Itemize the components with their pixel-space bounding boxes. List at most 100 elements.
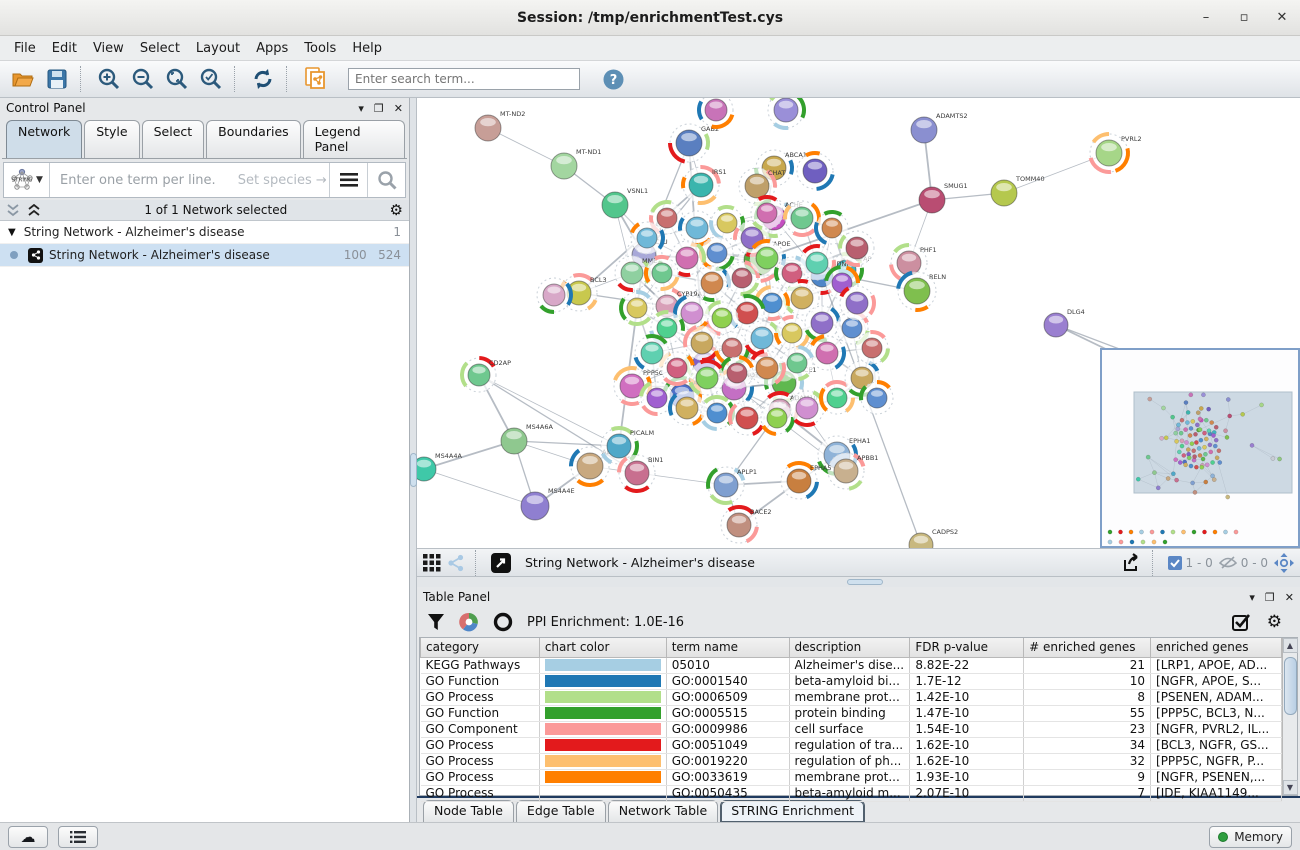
species-hint[interactable]: Set species →: [238, 173, 327, 188]
table-row[interactable]: GO ProcessGO:0019220regulation of ph...1…: [421, 753, 1282, 769]
task-history-button[interactable]: [58, 826, 98, 848]
string-query-placeholder[interactable]: Enter one term per line.: [60, 173, 216, 188]
table-row[interactable]: GO ProcessGO:0006509membrane prot...1.42…: [421, 689, 1282, 705]
save-session-button[interactable]: [42, 65, 72, 93]
menu-apps[interactable]: Apps: [248, 38, 296, 59]
network-node[interactable]: [646, 257, 678, 289]
collapse-all-icon[interactable]: [6, 204, 21, 217]
share-network-icon[interactable]: [447, 554, 465, 572]
splitter-handle[interactable]: [410, 453, 417, 487]
network-node-epha5[interactable]: EPHA5: [781, 463, 832, 499]
menu-select[interactable]: Select: [132, 38, 188, 59]
network-node[interactable]: [750, 351, 784, 385]
network-node-vsnl1[interactable]: VSNL1: [602, 187, 648, 218]
network-collection-row[interactable]: ▼ String Network - Alzheimer's disease 1: [0, 221, 409, 244]
menu-file[interactable]: File: [6, 38, 44, 59]
network-node[interactable]: [797, 153, 833, 189]
network-node-apbb1[interactable]: APBB1: [828, 453, 878, 489]
column-header-chart-color[interactable]: chart color: [539, 638, 666, 657]
export-network-icon[interactable]: [1122, 553, 1142, 573]
tab-network-table[interactable]: Network Table: [608, 800, 719, 822]
network-node[interactable]: [810, 336, 844, 370]
tab-boundaries[interactable]: Boundaries: [206, 120, 300, 158]
network-node[interactable]: [781, 347, 813, 379]
network-node-mt-nd2[interactable]: MT-ND2: [475, 110, 525, 141]
refresh-button[interactable]: [248, 65, 278, 93]
network-node[interactable]: [768, 98, 804, 128]
column-header--enriched-genes[interactable]: # enriched genes: [1024, 638, 1151, 657]
network-node-pvrl2[interactable]: PVRL2: [1090, 134, 1142, 172]
horizontal-splitter[interactable]: [417, 577, 1300, 587]
tab-style[interactable]: Style: [84, 120, 139, 158]
panel-float-icon[interactable]: ❐: [374, 102, 384, 115]
network-node[interactable]: [670, 391, 704, 425]
birds-eye-view[interactable]: [1100, 348, 1300, 548]
tab-node-table[interactable]: Node Table: [423, 800, 514, 822]
table-row[interactable]: GO ProcessGO:0051049regulation of tra...…: [421, 737, 1282, 753]
network-node-aplp1[interactable]: APLP1: [708, 467, 757, 503]
search-input[interactable]: [348, 68, 580, 90]
close-button[interactable]: ✕: [1274, 10, 1290, 25]
network-node[interactable]: [751, 197, 783, 229]
splitter-handle[interactable]: [847, 579, 883, 585]
network-node-irs1[interactable]: IRS1: [683, 167, 727, 203]
network-row[interactable]: String Network - Alzheimer's disease 100…: [0, 244, 409, 267]
network-node[interactable]: [861, 382, 893, 414]
network-node-reln[interactable]: RELN: [898, 272, 946, 310]
network-node[interactable]: [699, 98, 733, 127]
network-node-bin1[interactable]: BIN1: [619, 455, 663, 491]
network-node[interactable]: [701, 237, 733, 269]
panel-menu-icon[interactable]: ▾: [1249, 591, 1255, 604]
maximize-button[interactable]: ▫: [1236, 10, 1252, 25]
network-node[interactable]: [685, 326, 719, 360]
filter-icon[interactable]: [427, 613, 445, 631]
network-node[interactable]: [730, 401, 764, 435]
menu-tools[interactable]: Tools: [296, 38, 344, 59]
network-node[interactable]: [721, 357, 753, 389]
zoom-selected-button[interactable]: [196, 65, 226, 93]
network-node[interactable]: [776, 317, 808, 349]
open-in-window-icon[interactable]: [491, 553, 511, 573]
query-search-button[interactable]: [367, 163, 405, 197]
table-scrollbar[interactable]: ▲ ▼: [1282, 638, 1297, 795]
enrichment-chart-icon[interactable]: [459, 612, 479, 632]
zoom-in-button[interactable]: [94, 65, 124, 93]
network-node[interactable]: [761, 402, 793, 434]
network-node-adamts2[interactable]: ADAMTS2: [911, 112, 968, 143]
scroll-up-arrow[interactable]: ▲: [1283, 638, 1298, 653]
network-node-cd2ap[interactable]: CD2AP: [462, 358, 511, 392]
network-node[interactable]: [790, 391, 824, 425]
table-row[interactable]: KEGG Pathways05010Alzheimer's dise...8.8…: [421, 657, 1282, 673]
tab-network[interactable]: Network: [6, 120, 82, 158]
memory-button[interactable]: Memory: [1209, 826, 1292, 848]
menu-help[interactable]: Help: [344, 38, 390, 59]
table-row[interactable]: GO ProcessGO:0033619membrane prot...1.93…: [421, 769, 1282, 785]
tab-string-enrichment[interactable]: STRING Enrichment: [720, 800, 865, 822]
panel-close-icon[interactable]: ✕: [1285, 591, 1294, 604]
grid-mode-icon[interactable]: [423, 554, 441, 572]
network-node-mt-nd1[interactable]: MT-ND1: [551, 148, 601, 179]
menu-layout[interactable]: Layout: [188, 38, 248, 59]
panel-float-icon[interactable]: ❐: [1265, 591, 1275, 604]
query-options-button[interactable]: [329, 163, 367, 197]
network-node[interactable]: [695, 266, 729, 300]
tab-edge-table[interactable]: Edge Table: [516, 800, 606, 822]
network-node[interactable]: [635, 336, 669, 370]
scroll-thumb[interactable]: [1284, 657, 1297, 715]
network-node-ms4a4e[interactable]: MS4A4E: [521, 487, 575, 520]
menu-edit[interactable]: Edit: [44, 38, 85, 59]
network-from-clipboard-button[interactable]: [300, 65, 330, 93]
network-node[interactable]: [621, 292, 653, 324]
scroll-down-arrow[interactable]: ▼: [1283, 780, 1298, 795]
column-header-term-name[interactable]: term name: [666, 638, 789, 657]
table-row[interactable]: GO FunctionGO:0001540beta-amyloid bi...1…: [421, 673, 1282, 689]
zoom-fit-button[interactable]: [162, 65, 192, 93]
string-database-selector[interactable]: STRING ▼: [4, 163, 50, 197]
minimize-button[interactable]: –: [1198, 10, 1214, 25]
table-row[interactable]: GO ProcessGO:0050435beta-amyloid m...2.0…: [421, 785, 1282, 801]
network-node[interactable]: [840, 286, 874, 320]
panel-menu-icon[interactable]: ▾: [358, 102, 364, 115]
network-node[interactable]: [785, 201, 819, 235]
network-node-gab2[interactable]: GAB2: [670, 124, 719, 162]
network-node-ms4a6a[interactable]: MS4A6A: [501, 423, 553, 454]
